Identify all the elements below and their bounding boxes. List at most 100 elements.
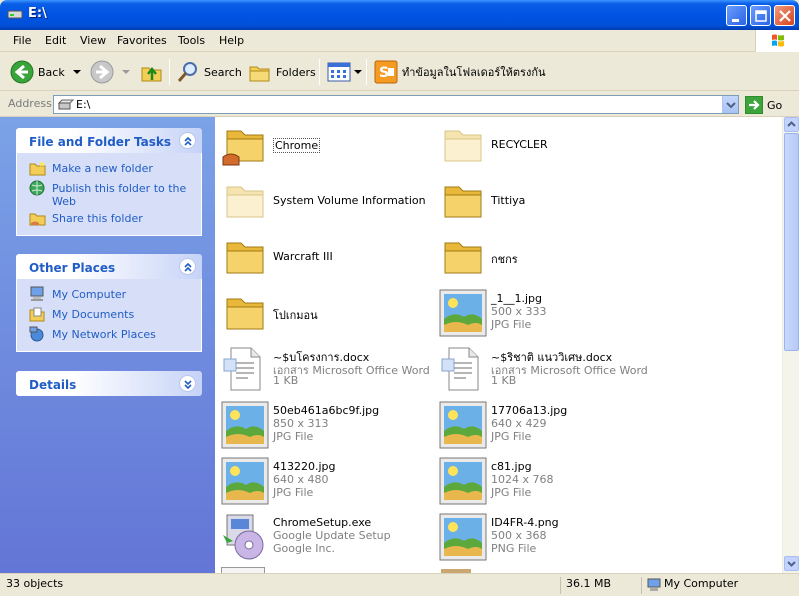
- file-dimensions: 500 x 333: [491, 305, 547, 318]
- up-folder-icon: [141, 66, 162, 82]
- menu-favorites[interactable]: Favorites: [117, 34, 167, 47]
- file-folder-tasks-panel: File and Folder Tasks Make a new folder …: [16, 128, 202, 236]
- file-company: Google Inc.: [273, 542, 336, 555]
- sync-folder-label: ทำข้อมูลในโฟลเดอร์ให้ตรงกัน: [402, 66, 546, 79]
- image-file-icon: [439, 401, 487, 449]
- file-name: System Volume Information: [273, 194, 426, 207]
- file-folder-tasks-body: Make a new folder Publish this folder to…: [16, 153, 202, 236]
- chevron-down-icon: [726, 102, 736, 109]
- hidden-folder-icon: [444, 130, 482, 162]
- file-item-50eb461a6bc9f-jpg[interactable]: 50eb461a6bc9f.jpg 850 x 313 JPG File: [217, 399, 435, 451]
- menu-tools[interactable]: Tools: [178, 34, 205, 47]
- file-name: ChromeSetup.exe: [273, 516, 372, 529]
- file-item-docx-2[interactable]: ~$ริชาติ แนววิเศษ.docx เอกสาร Microsoft …: [435, 343, 653, 395]
- back-label: Back: [38, 65, 65, 79]
- file-item-chromesetup-exe[interactable]: ChromeSetup.exe Google Update Setup Goog…: [217, 511, 435, 563]
- file-name: 413220.jpg: [273, 460, 336, 473]
- maximize-button[interactable]: [750, 5, 771, 26]
- menu-bar: File Edit View Favorites Tools Help: [0, 30, 799, 52]
- file-list[interactable]: Chrome RECYCLER System Volume Informatio…: [215, 117, 782, 573]
- panel-title: Other Places: [29, 261, 116, 275]
- file-name: Warcraft III: [273, 250, 333, 263]
- scroll-thumb[interactable]: [784, 133, 799, 351]
- task-pane: File and Folder Tasks Make a new folder …: [0, 117, 215, 573]
- details-header[interactable]: Details: [16, 371, 202, 396]
- address-label: Address: [8, 97, 52, 110]
- folder-item-tittiya[interactable]: Tittiya: [435, 175, 653, 227]
- shared-folder-icon: [222, 130, 264, 166]
- network-icon: [29, 326, 44, 342]
- chevron-down-icon: [122, 70, 130, 74]
- sync-folder-button[interactable]: S ทำข้อมูลในโฟลเดอร์ให้ตรงกัน: [374, 59, 546, 85]
- file-type: JPG File: [273, 486, 314, 499]
- minimize-icon: [732, 19, 739, 22]
- status-divider: [560, 577, 561, 594]
- windows-logo: [755, 30, 799, 52]
- file-name: 17706a13.jpg: [491, 404, 568, 417]
- folders-button[interactable]: Folders: [248, 59, 316, 85]
- folder-item-system-volume-information[interactable]: System Volume Information: [217, 175, 435, 227]
- my-documents-link[interactable]: My Documents: [17, 305, 201, 325]
- search-label: Search: [204, 65, 242, 79]
- image-file-icon: [439, 457, 487, 505]
- place-label: My Computer: [52, 288, 127, 301]
- my-computer-link[interactable]: My Computer: [17, 285, 201, 305]
- chevron-down-icon: [787, 561, 796, 567]
- image-file-icon: [439, 289, 487, 337]
- chevron-down-icon: [354, 70, 362, 74]
- file-type: JPG File: [491, 430, 532, 443]
- my-network-places-link[interactable]: My Network Places: [17, 325, 201, 345]
- folder-item-pokemon[interactable]: โปเกมอน: [217, 287, 435, 339]
- file-item-1-1-jpg[interactable]: _1__1.jpg 500 x 333 JPG File: [435, 287, 653, 339]
- other-places-header[interactable]: Other Places: [16, 254, 202, 279]
- vertical-scrollbar[interactable]: [782, 117, 799, 573]
- folder-item-recycler[interactable]: RECYCLER: [435, 119, 653, 171]
- menu-view[interactable]: View: [80, 34, 106, 47]
- go-button[interactable]: Go: [745, 96, 782, 114]
- up-folder-button[interactable]: [140, 59, 164, 85]
- share-folder-link[interactable]: Share this folder: [17, 209, 201, 229]
- back-button[interactable]: Back: [10, 59, 83, 85]
- menu-help[interactable]: Help: [219, 34, 244, 47]
- file-item-17706a13-jpg[interactable]: 17706a13.jpg 640 x 429 JPG File: [435, 399, 653, 451]
- file-size: 1 KB: [273, 374, 299, 387]
- make-new-folder-link[interactable]: Make a new folder: [17, 159, 201, 179]
- folder-item-warcraft[interactable]: Warcraft III: [217, 231, 435, 283]
- address-dropdown-button[interactable]: [722, 96, 738, 113]
- file-item-docx-1[interactable]: ~$บโครงการ.docx เอกสาร Microsoft Office …: [217, 343, 435, 395]
- close-button[interactable]: [774, 5, 795, 26]
- document-icon: [223, 347, 261, 391]
- folders-icon: [249, 66, 270, 82]
- views-button[interactable]: [327, 59, 363, 85]
- file-item-id4fr-4-png[interactable]: ID4FR-4.png 500 x 368 PNG File: [435, 511, 653, 563]
- menu-edit[interactable]: Edit: [45, 34, 66, 47]
- toolbar-separator: [366, 59, 367, 85]
- scroll-down-button[interactable]: [784, 556, 799, 571]
- collapse-button[interactable]: [179, 258, 196, 275]
- file-item-413220-jpg[interactable]: 413220.jpg 640 x 480 JPG File: [217, 455, 435, 507]
- place-label: My Documents: [52, 308, 135, 321]
- file-type: PNG File: [491, 542, 537, 555]
- documents-folder-icon: [29, 307, 45, 322]
- title-bar[interactable]: E:\: [0, 0, 799, 30]
- chevron-up-icon: [787, 121, 796, 127]
- status-bar: 33 objects 36.1 MB My Computer: [0, 573, 799, 596]
- drive-icon: [58, 99, 74, 110]
- file-folder-tasks-header[interactable]: File and Folder Tasks: [16, 128, 202, 153]
- search-button[interactable]: Search: [176, 59, 242, 85]
- menu-file[interactable]: File: [13, 34, 31, 47]
- close-icon: [779, 10, 791, 22]
- other-places-body: My Computer My Documents My Network Plac…: [16, 279, 202, 352]
- expand-button[interactable]: [179, 375, 196, 392]
- sync-icon: S: [374, 60, 398, 84]
- folder-item-chrome[interactable]: Chrome: [217, 119, 435, 171]
- address-input[interactable]: E:\: [53, 95, 739, 114]
- publish-folder-link[interactable]: Publish this folder to the Web: [17, 179, 201, 209]
- minimize-button[interactable]: [726, 5, 747, 26]
- file-item-c81-jpg[interactable]: c81.jpg 1024 x 768 JPG File: [435, 455, 653, 507]
- collapse-button[interactable]: [179, 132, 196, 149]
- file-name: Chrome: [273, 138, 321, 153]
- forward-button[interactable]: [90, 59, 132, 85]
- scroll-up-button[interactable]: [784, 117, 799, 132]
- folder-item-kotchakorn[interactable]: กชกร: [435, 231, 653, 283]
